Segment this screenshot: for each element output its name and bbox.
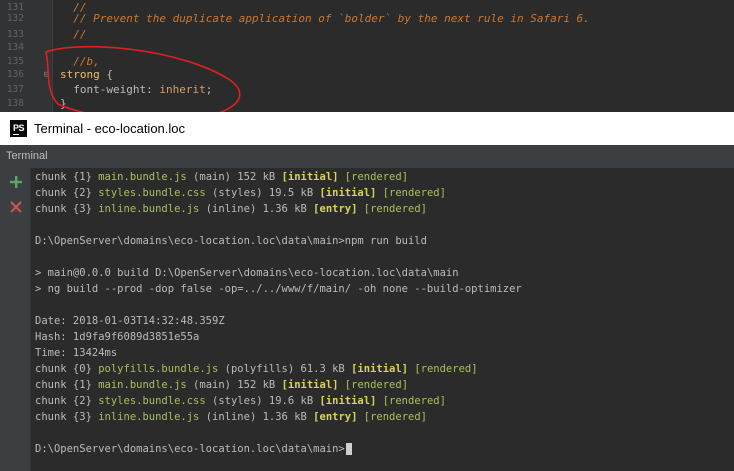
terminal-panel-header[interactable] — [0, 145, 734, 169]
code-comment: // Prevent the duplicate application of … — [60, 12, 590, 25]
terminal-prompt: D:\OpenServer\domains\eco-location.loc\d… — [35, 235, 427, 247]
terminal-line: chunk {1} main.bundle.js (main) 152 kB [… — [35, 379, 409, 391]
terminal-line: chunk {3} inline.bundle.js (inline) 1.36… — [35, 411, 427, 423]
code-selector: strong { — [60, 67, 113, 83]
window-title: Terminal - eco-location.loc — [34, 121, 186, 136]
terminal-line: > ng build --prod -dop false -op=../../w… — [35, 283, 522, 295]
line-number: 132 — [6, 13, 24, 24]
terminal-line: > main@0.0.0 build D:\OpenServer\domains… — [35, 267, 459, 279]
terminal-panel-title: Terminal — [6, 150, 48, 162]
close-icon[interactable] — [8, 199, 24, 215]
terminal-line: chunk {2} styles.bundle.css (styles) 19.… — [35, 187, 446, 199]
terminal-line: Time: 13424ms — [35, 347, 118, 359]
terminal-line: chunk {1} main.bundle.js (main) 152 kB [… — [35, 171, 409, 183]
text-cursor — [345, 443, 352, 455]
fold-marker-icon[interactable]: ⊟ — [44, 67, 49, 83]
closing-brace: } — [60, 97, 67, 110]
terminal-line: chunk {2} styles.bundle.css (styles) 19.… — [35, 395, 446, 407]
line-number: 136 — [6, 69, 24, 80]
css-selector: strong — [60, 68, 100, 81]
semicolon: ; — [205, 83, 213, 96]
css-property: font-weight: — [60, 83, 160, 96]
css-value: inherit — [159, 83, 206, 96]
editor-line: 138 } — [0, 96, 734, 112]
plus-icon[interactable] — [8, 174, 24, 190]
terminal-prompt[interactable]: D:\OpenServer\domains\eco-location.loc\d… — [35, 441, 352, 457]
terminal-line: Date: 2018-01-03T14:32:48.359Z — [35, 315, 225, 327]
terminal-line: chunk {3} inline.bundle.js (inline) 1.36… — [35, 203, 427, 215]
code-editor[interactable]: 131 // 132 // Prevent the duplicate appl… — [0, 0, 734, 112]
terminal-line: chunk {0} polyfills.bundle.js (polyfills… — [35, 363, 478, 375]
line-number: 138 — [6, 98, 24, 109]
editor-line: 136 ⊟ strong { — [0, 67, 734, 83]
editor-line: 132 // Prevent the duplicate application… — [0, 11, 734, 27]
brace: { — [99, 68, 113, 81]
phpstorm-logo-icon: PS — [10, 120, 27, 137]
terminal-line: Hash: 1d9fa9f6089d3851e55a — [35, 331, 200, 343]
